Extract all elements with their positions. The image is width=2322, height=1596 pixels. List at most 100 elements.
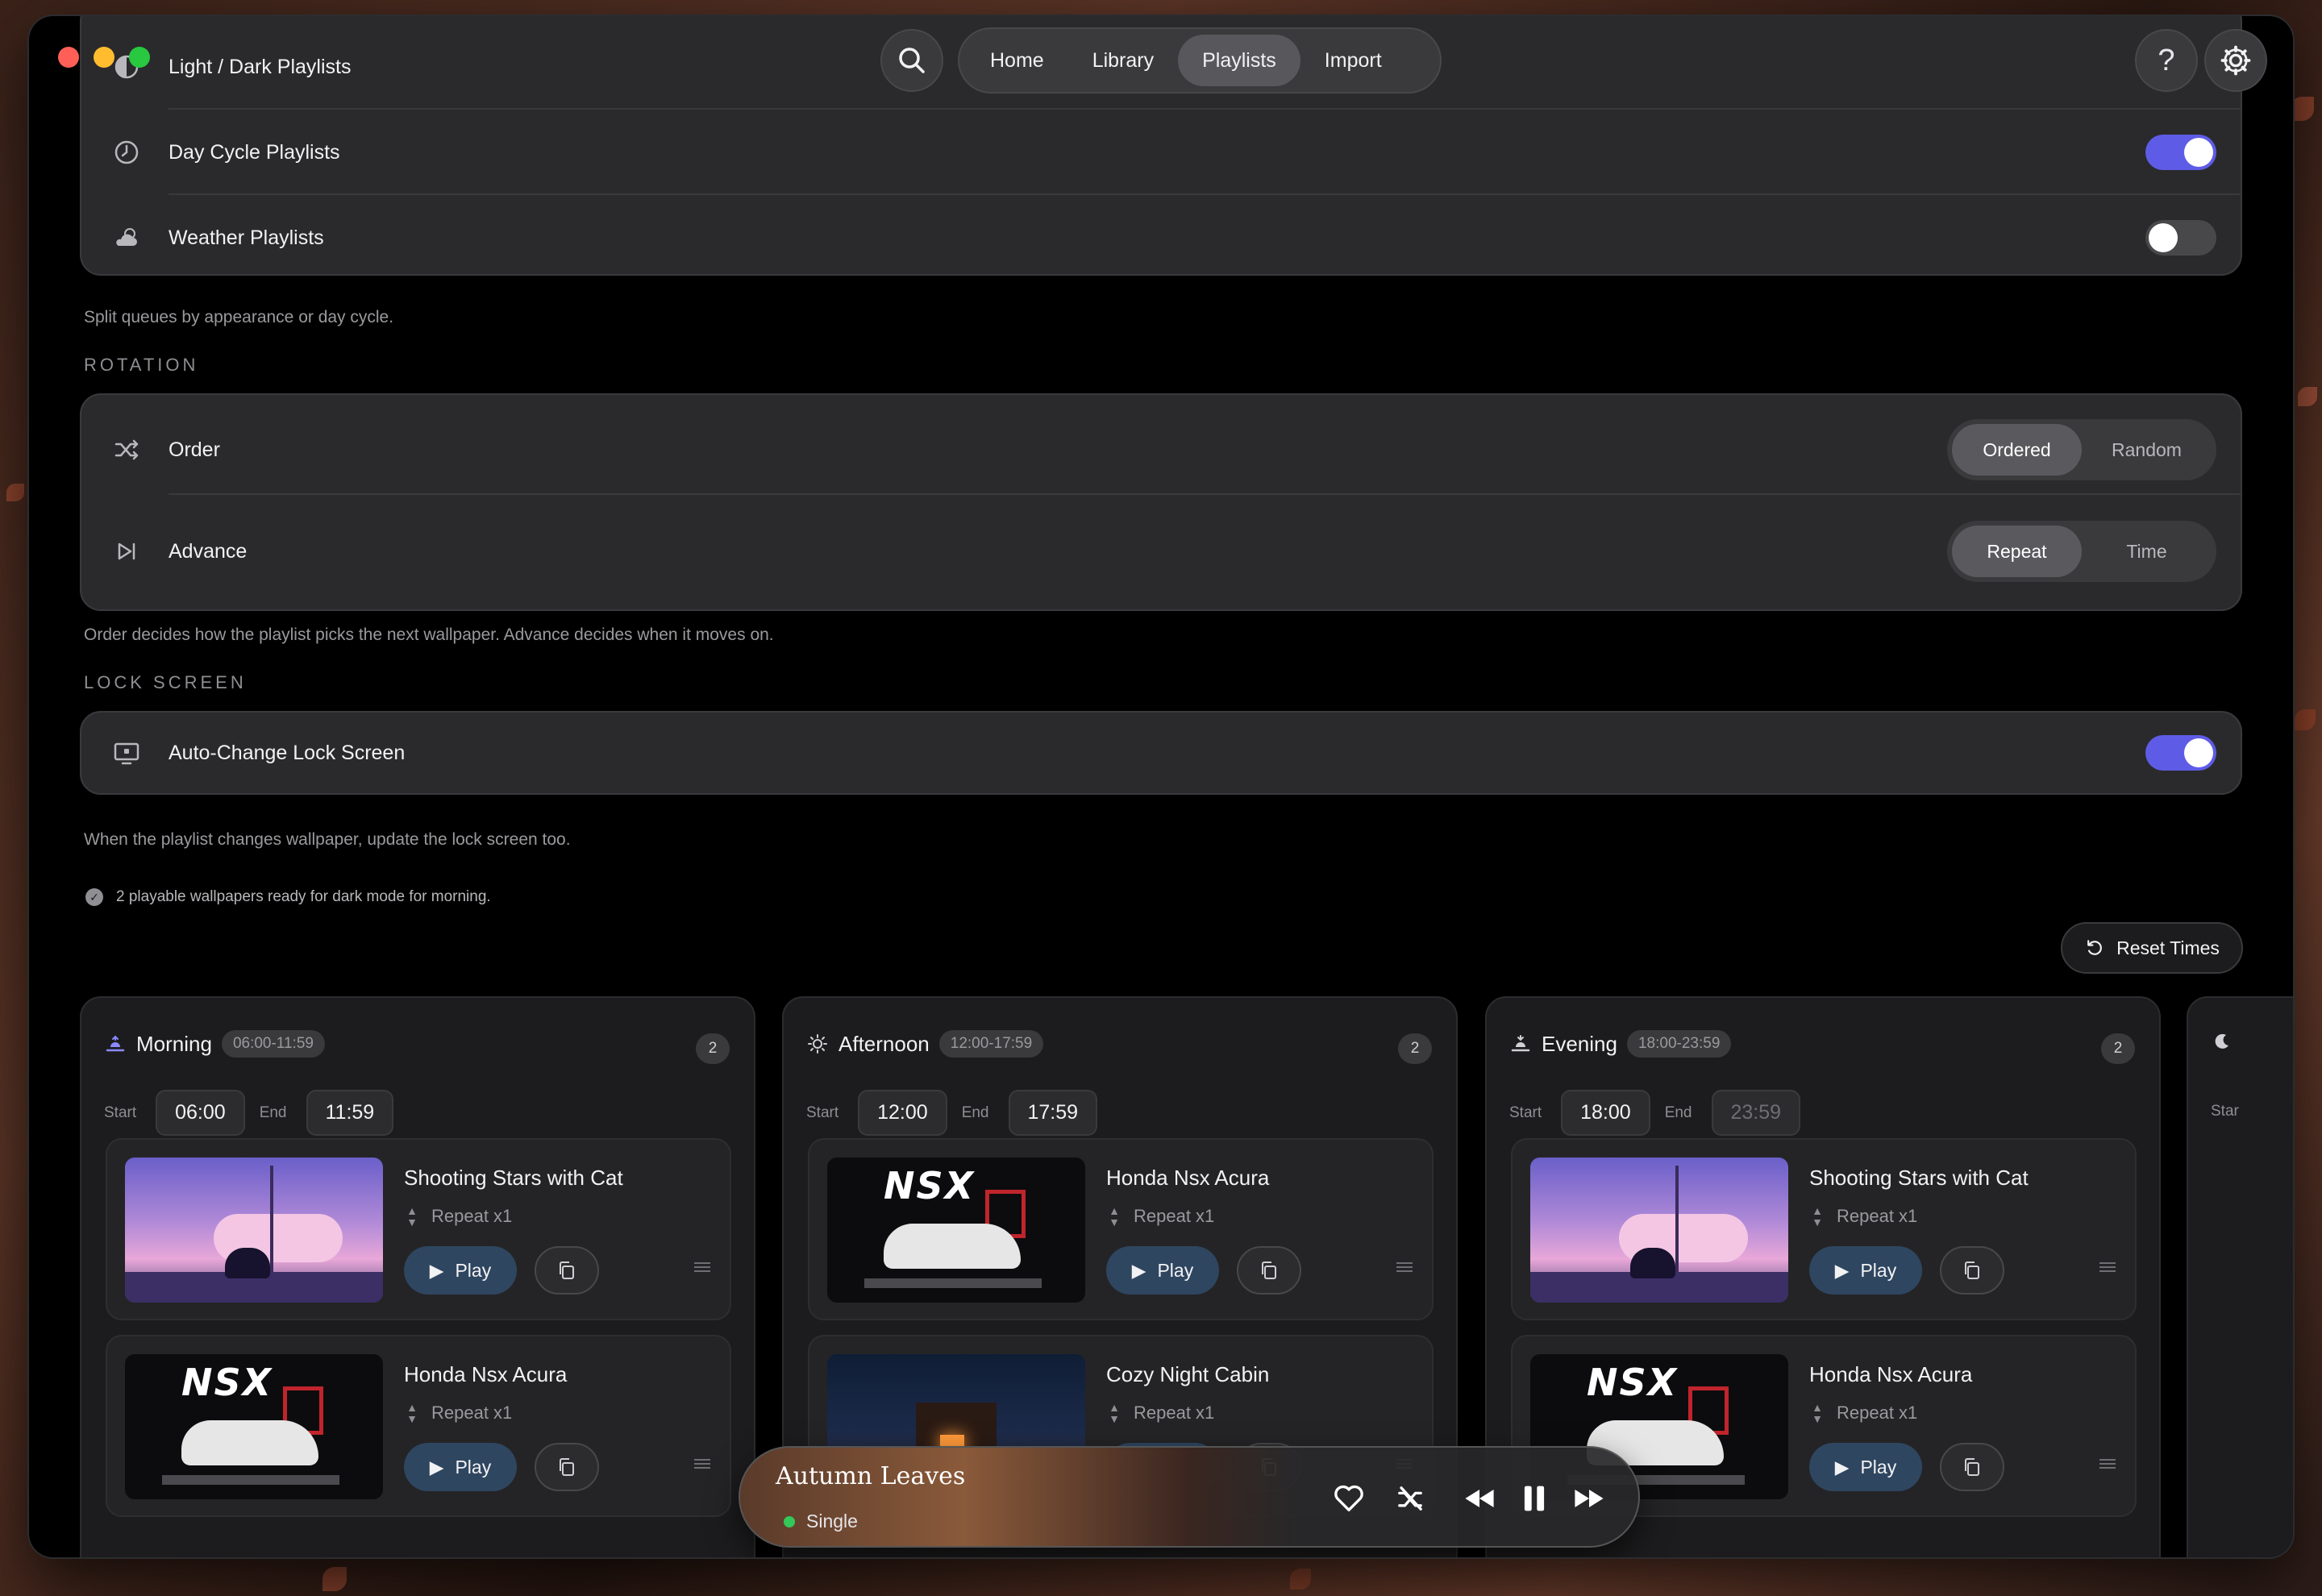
drag-handle-icon[interactable] [694,1459,710,1469]
status-line: ✓ 2 playable wallpapers ready for dark m… [85,888,491,906]
day-cycle-toggle[interactable] [2145,135,2216,170]
order-option-random[interactable]: Random [2082,424,2212,476]
play-button[interactable]: ▶ Play [404,1443,517,1491]
help-button[interactable]: ? [2135,29,2198,92]
order-segmented-control: Ordered Random [1947,419,2216,480]
weather-toggle[interactable] [2145,220,2216,256]
playlist-item[interactable]: NSX Honda Nsx Acura ▲ ▼ Repeat x1 ▶ Play [808,1138,1434,1320]
playlists-page: Light / Dark Playlists Day Cycle Playlis… [29,16,2293,1557]
item-title: Shooting Stars with Cat [1809,1166,2029,1190]
next-button[interactable] [1569,1478,1609,1519]
repeat-stepper[interactable]: ▲ ▼ [404,1399,420,1427]
start-time-field[interactable]: 12:00 [858,1090,947,1136]
cloud-sun-icon [112,223,141,252]
previous-button[interactable] [1459,1478,1500,1519]
tab-library[interactable]: Library [1068,35,1178,86]
shuffle-icon [112,435,141,464]
play-label: Play [1157,1259,1194,1281]
lock-screen-heading: LOCK SCREEN [84,672,247,692]
drag-handle-icon[interactable] [2099,1459,2116,1469]
minimize-window-button[interactable] [94,47,114,68]
rotation-card: Order Ordered Random Advance Repeat Time [80,393,2242,611]
start-time-field[interactable]: 06:00 [156,1090,245,1136]
mode-caption: Split queues by appearance or day cycle. [84,308,394,326]
settings-button[interactable] [2204,29,2267,92]
play-button[interactable]: ▶ Play [1809,1443,1922,1491]
search-button[interactable] [880,29,943,92]
rewind-icon [1465,1490,1494,1507]
item-count-badge: 2 [1398,1033,1432,1064]
repeat-control: ▲ ▼ Repeat x1 [404,1203,512,1230]
reset-times-button[interactable]: Reset Times [2061,922,2243,974]
repeat-stepper[interactable]: ▲ ▼ [1106,1203,1122,1230]
drag-handle-icon[interactable] [2099,1262,2116,1272]
drag-handle-icon[interactable] [1396,1262,1413,1272]
playlist-item[interactable]: Shooting Stars with Cat ▲ ▼ Repeat x1 ▶ Pla… [106,1138,731,1320]
play-button[interactable]: ▶ Play [1809,1246,1922,1295]
end-time-field[interactable]: 11:59 [306,1090,394,1136]
repeat-label: Repeat x1 [431,1403,513,1423]
start-time-field[interactable]: 18:00 [1561,1090,1650,1136]
drag-handle-icon[interactable] [694,1262,710,1272]
play-label: Play [455,1456,492,1478]
period-header: Evening 18:00-23:59 [1509,1030,1732,1058]
playlist-item[interactable]: NSX Honda Nsx Acura ▲ ▼ Repeat x1 ▶ Play [106,1335,731,1517]
playback-mode-label: Single [806,1511,858,1532]
repeat-stepper[interactable]: ▲ ▼ [1106,1399,1122,1427]
end-label: End [1664,1103,1692,1121]
duplicate-button[interactable] [1940,1246,2004,1295]
lock-screen-caption: When the playlist changes wallpaper, upd… [84,830,571,849]
duplicate-button[interactable] [1940,1443,2004,1491]
repeat-stepper[interactable]: ▲ ▼ [1809,1399,1825,1427]
item-title: Cozy Night Cabin [1106,1362,1270,1386]
tab-playlists[interactable]: Playlists [1178,35,1300,86]
repeat-stepper[interactable]: ▲ ▼ [404,1203,420,1230]
repeat-control: ▲ ▼ Repeat x1 [404,1399,512,1427]
period-range: 12:00-17:59 [938,1030,1044,1058]
tab-home[interactable]: Home [966,35,1068,86]
duplicate-button[interactable] [535,1246,599,1295]
toggle-knob [2184,138,2213,167]
end-time-field[interactable]: 23:59 [1711,1090,1801,1136]
now-playing-title: Autumn Leaves [776,1462,966,1490]
pause-button[interactable] [1514,1478,1554,1519]
advance-option-repeat[interactable]: Repeat [1952,526,2082,577]
play-button[interactable]: ▶ Play [404,1246,517,1295]
play-button[interactable]: ▶ Play [1106,1246,1219,1295]
playback-mode: Single [784,1511,858,1532]
play-icon: ▶ [429,1259,444,1281]
order-row: Order Ordered Random [81,405,2241,495]
zoom-window-button[interactable] [129,47,150,68]
item-title: Honda Nsx Acura [404,1362,568,1386]
repeat-control: ▲ ▼ Repeat x1 [1106,1203,1214,1230]
day-cycle-playlists-row[interactable]: Day Cycle Playlists [81,110,2241,195]
shuffle-off-button[interactable] [1390,1478,1430,1519]
rotation-caption: Order decides how the playlist picks the… [84,626,774,644]
period-column-night: Star [2187,996,2293,1557]
playlist-item[interactable]: Shooting Stars with Cat ▲ ▼ Repeat x1 ▶ Pla… [1511,1138,2137,1320]
period-name: Afternoon [838,1031,930,1056]
end-time-field[interactable]: 17:59 [1008,1090,1098,1136]
duplicate-button[interactable] [535,1443,599,1491]
wallpaper-thumbnail [125,1158,383,1303]
order-option-ordered[interactable]: Ordered [1952,424,2082,476]
start-label: Star [2211,1103,2239,1120]
advance-option-time[interactable]: Time [2082,526,2212,577]
lock-screen-toggle[interactable] [2145,735,2216,771]
reset-times-label: Reset Times [2116,937,2220,958]
order-label: Order [169,438,220,461]
tab-import[interactable]: Import [1300,35,1406,86]
heart-icon [1334,1485,1363,1511]
close-window-button[interactable] [58,47,79,68]
display-icon [112,738,141,767]
mini-player: Autumn Leaves Single [739,1446,1640,1548]
weather-playlists-row[interactable]: Weather Playlists [81,195,2241,281]
play-icon: ▶ [1131,1259,1146,1281]
favorite-button[interactable] [1329,1478,1369,1519]
status-dot [784,1515,795,1527]
item-title: Shooting Stars with Cat [404,1166,623,1190]
duplicate-button[interactable] [1237,1246,1301,1295]
sun-icon [808,1034,827,1054]
clock-icon [112,138,141,167]
repeat-stepper[interactable]: ▲ ▼ [1809,1203,1825,1230]
